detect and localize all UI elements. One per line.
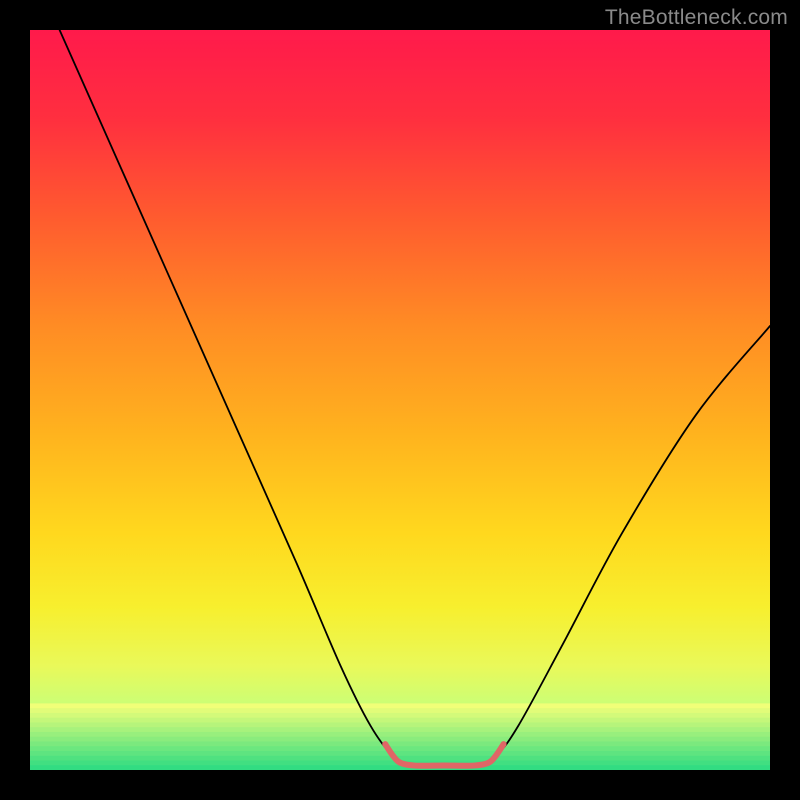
green-band-stripe — [30, 741, 770, 746]
green-band-stripe — [30, 708, 770, 713]
green-band-stripe — [30, 746, 770, 751]
green-band-stripe — [30, 727, 770, 732]
green-band-stripe — [30, 703, 770, 708]
green-band-stripe — [30, 722, 770, 727]
green-band-stripe — [30, 718, 770, 723]
plot-area — [30, 30, 770, 770]
chart-frame: TheBottleneck.com — [0, 0, 800, 800]
green-band-stripe — [30, 751, 770, 756]
gradient-background — [30, 30, 770, 770]
watermark-text: TheBottleneck.com — [605, 6, 788, 30]
bottleneck-chart — [30, 30, 770, 770]
green-band-stripe — [30, 713, 770, 718]
green-band-stripe — [30, 765, 770, 770]
green-band-stripe — [30, 737, 770, 742]
green-band-stripe — [30, 732, 770, 737]
